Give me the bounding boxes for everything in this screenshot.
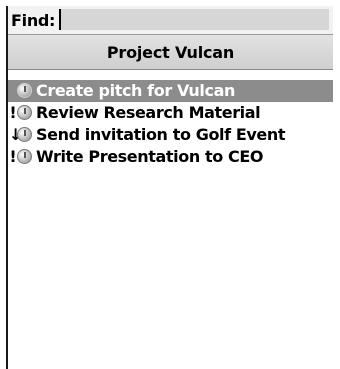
task-row[interactable]: ! Write Presentation to CEO bbox=[8, 146, 333, 168]
priority-marker: ↓ bbox=[9, 125, 23, 144]
task-label: Create pitch for Vulcan bbox=[36, 81, 235, 100]
task-row[interactable]: Create pitch for Vulcan bbox=[8, 80, 333, 102]
task-label: Send invitation to Golf Event bbox=[36, 125, 286, 144]
task-label: Write Presentation to CEO bbox=[36, 147, 264, 166]
task-label: Review Research Material bbox=[36, 103, 261, 122]
clock-icon bbox=[17, 83, 32, 98]
task-row[interactable]: ↓ Send invitation to Golf Event bbox=[8, 124, 333, 146]
find-bar: Find: bbox=[8, 6, 333, 35]
priority-marker: ! bbox=[9, 147, 17, 166]
priority-marker: ! bbox=[9, 103, 17, 122]
clock-icon bbox=[17, 127, 32, 142]
clock-icon bbox=[17, 105, 32, 120]
page-title: Project Vulcan bbox=[106, 43, 235, 62]
find-input[interactable] bbox=[59, 9, 329, 30]
clock-icon bbox=[17, 149, 32, 164]
find-label: Find: bbox=[11, 11, 56, 30]
task-list: Create pitch for Vulcan ! Review Researc… bbox=[8, 80, 333, 168]
task-screen: Find: Project Vulcan Create pitch for Vu… bbox=[6, 6, 333, 369]
task-row[interactable]: ! Review Research Material bbox=[8, 102, 333, 124]
title-bar: Project Vulcan bbox=[8, 35, 333, 70]
